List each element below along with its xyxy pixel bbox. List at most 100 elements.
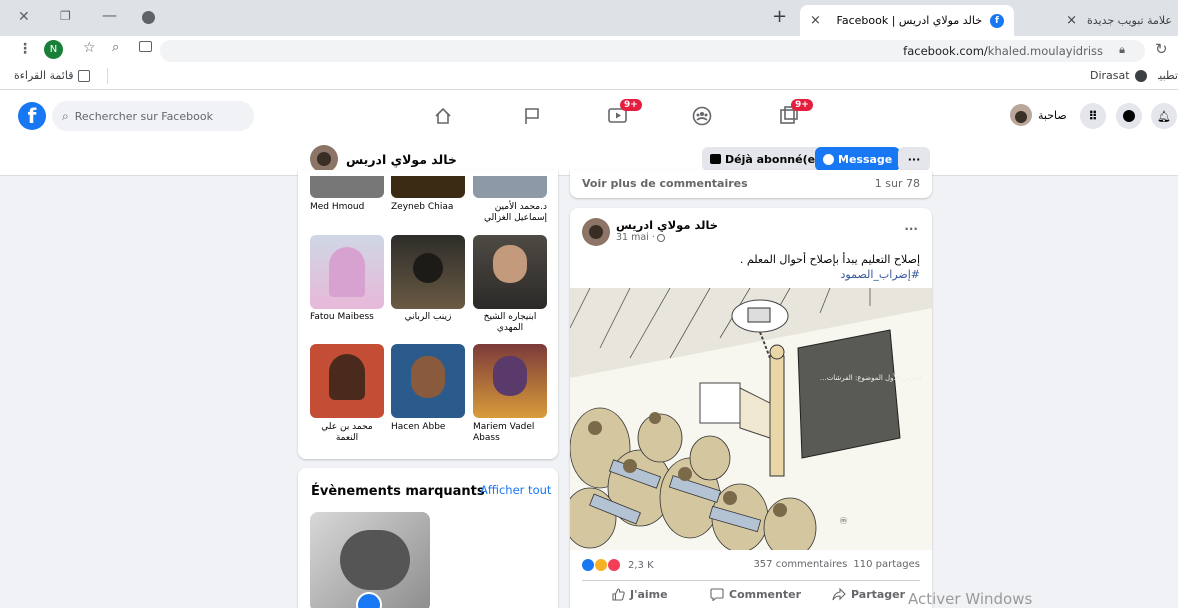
bookmark-star-icon[interactable]: ☆ [83,40,96,56]
like-reaction-icon [582,559,594,571]
friend-photo[interactable] [310,235,384,309]
profile-name-link[interactable]: خالد مولاي ادريس [310,145,457,173]
subscribed-icon [710,154,721,164]
reload-icon[interactable]: ↻ [1155,40,1168,58]
see-more-comments-link[interactable]: Voir plus de commentaires [582,177,748,190]
highlights-card: Évènements marquants Afficher tout [298,468,558,608]
sad-reaction-icon [595,559,607,571]
friend-name[interactable]: ابنيجاره الشيخ المهدي [473,312,547,334]
profile-name: خالد مولاي ادريس [346,151,457,167]
comments-counter: 1 sur 78 [874,177,920,190]
watch-tab[interactable]: 9+ [608,99,642,124]
new-tab-button[interactable]: + [772,6,787,27]
friend-photo[interactable] [391,235,465,309]
tab-close-icon[interactable]: × [1066,13,1077,28]
friend-photo[interactable] [391,344,465,418]
post-hashtag-link[interactable]: #إضراب_الصمود [740,267,920,282]
search-placeholder: Rechercher sur Facebook [74,109,213,123]
reading-list-button[interactable]: قائمة القراءة [14,69,91,82]
divider [582,580,920,581]
install-app-icon[interactable] [139,41,152,52]
more-options-button[interactable]: ··· [898,147,930,171]
post-text-block: إصلاح التعليم يبدأ بإصلاح أحوال المعلم .… [740,252,920,282]
bookmark-apps[interactable]: تطبيقات [1158,69,1178,82]
bookmark-label: Dirasat [1090,69,1130,82]
video-badge: 9+ [620,99,642,111]
browser-menu-icon[interactable]: ⋮ [18,41,32,57]
tab-inactive[interactable]: علامة تبويب جديدة × [1018,5,1178,36]
post-image[interactable]: ...الدرس الأول الموضوع: الفرشات ⓜ [570,288,932,550]
gaming-tab[interactable]: 9+ [780,99,813,124]
address-bar[interactable]: facebook.com/khaled.moulayidriss 🔒︎ [160,40,1145,62]
subscribed-button[interactable]: Déjà abonné(e) [702,147,829,171]
pages-flag-icon[interactable] [524,107,540,125]
zoom-icon[interactable]: ⌕ [112,40,119,55]
tab-title: علامة تبويب جديدة [1086,14,1172,27]
messenger-icon[interactable] [1116,103,1142,129]
friend-photo[interactable] [473,344,547,418]
bookmarks-bar: قائمة القراءة Dirasat تطبيقات [0,64,1178,90]
tab-title: خالد مولاي ادريس | Facebook [836,14,982,27]
bookmark-label: تطبيقات [1158,69,1178,82]
svg-text:ⓜ: ⓜ [840,517,847,525]
tab-active[interactable]: f خالد مولاي ادريس | Facebook × [800,5,1014,36]
post-author-name[interactable]: خالد مولاي ادريس [616,218,718,232]
messenger-icon [823,153,834,165]
globe-icon [1134,69,1147,82]
friend-name[interactable]: Med Hmoud [310,202,384,213]
friend-name[interactable]: زينب الرباني [391,312,465,323]
highlights-see-all-link[interactable]: Afficher tout [480,483,551,497]
reactions-count: 2,3 K [628,559,654,571]
reading-list-icon [78,69,91,82]
facebook-logo-icon[interactable]: f [18,102,46,130]
blackboard-text: ...الدرس الأول الموضوع: الفرشات [820,373,921,382]
friend-photo[interactable] [310,344,384,418]
message-button[interactable]: Message [815,147,901,171]
lock-icon[interactable]: 🔒︎ [1119,43,1125,57]
user-profile-link[interactable]: صاحبة [1010,104,1067,126]
friend-photo[interactable] [473,235,547,309]
like-button[interactable]: J'aime [612,588,668,601]
notifications-bell-icon[interactable]: 🔔︎ [1151,103,1177,129]
profile-avatar[interactable]: N [44,40,63,59]
post-author-avatar[interactable] [582,218,610,246]
tab-close-icon[interactable]: × [810,13,821,28]
windows-activation-watermark: Activer Windows [908,590,1033,608]
user-avatar [1010,104,1032,126]
comment-button[interactable]: Commenter [710,588,801,601]
search-input[interactable]: ⌕ Rechercher sur Facebook [52,101,254,131]
love-reaction-icon [608,559,620,571]
user-name: صاحبة [1038,108,1067,122]
thumbs-up-icon [612,588,625,601]
post-date-link[interactable]: 31 mai · [616,232,665,243]
friend-photo[interactable] [391,176,465,198]
friend-name[interactable]: Hacen Abbe [391,422,465,433]
window-close-icon[interactable]: ✕ [18,9,30,25]
friend-name[interactable]: Zeyneb Chiaa [391,202,465,213]
highlights-title: Évènements marquants [311,484,485,499]
shares-count[interactable]: 110 partages [853,559,920,570]
friend-name[interactable]: محمد بن علي النعمة [310,422,384,444]
friend-name[interactable]: Fatou Maibess [310,312,384,323]
window-restore-icon[interactable]: ❐ [60,9,71,23]
browser-menu-dot-icon[interactable] [142,11,155,24]
friend-photo[interactable] [473,176,547,198]
reactions-summary[interactable]: 2,3 K [582,559,654,571]
menu-grid-icon[interactable]: ⠿ [1080,103,1106,129]
window-minimize-icon[interactable]: — [102,6,117,24]
bookmark-dirasat[interactable]: Dirasat [1090,69,1147,82]
reading-list-label: قائمة القراءة [14,69,74,82]
subscribed-label: Déjà abonné(e) [725,152,821,166]
friend-name[interactable]: د.محمد الأمين إسماعيل الغزالي [473,202,547,224]
url-path: khaled.moulayidriss [987,44,1103,58]
groups-icon[interactable] [692,106,712,126]
comments-count[interactable]: 357 commentaires [753,559,847,570]
post-options-icon[interactable]: ··· [904,222,918,236]
friend-photo[interactable] [310,176,384,198]
like-label: J'aime [630,588,668,601]
facebook-favicon-icon: f [990,13,1004,28]
share-button[interactable]: Partager [832,588,905,601]
comment-label: Commenter [729,588,801,601]
home-icon[interactable] [434,107,452,125]
friend-name[interactable]: Mariem Vadel Abass [473,422,547,444]
